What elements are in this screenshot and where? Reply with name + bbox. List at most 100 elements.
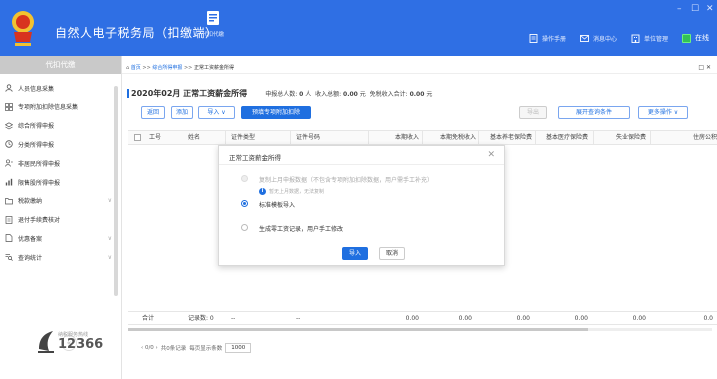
summary-line: 2020年02月 正常工资薪金所得 申报总人数: 0 人 收入总额: 0.00 … xyxy=(127,88,433,99)
cancel-button[interactable]: 取消 xyxy=(379,247,405,260)
sidebar-item-2[interactable]: 综合所得申报 xyxy=(0,119,112,133)
sidebar-item-8[interactable]: 优惠备案 ∨ xyxy=(0,231,112,245)
select-all-checkbox[interactable] xyxy=(134,134,141,141)
sidebar-item-9[interactable]: 查询统计 ∨ xyxy=(0,250,112,264)
radio-template-import[interactable] xyxy=(241,200,248,207)
sidebar-item-label: 税款缴纳 xyxy=(18,198,43,206)
sidebar-item-4[interactable]: 非居民所得申报 xyxy=(0,156,112,170)
import-confirm-button[interactable]: 导入 xyxy=(342,247,368,260)
building-icon xyxy=(631,34,640,43)
col-divider xyxy=(535,131,536,145)
option-copy-last-month[interactable]: 复制上月申报数据（不包含专项附加扣除数据，用户需手工补充） xyxy=(259,175,433,184)
count-unit: 人 xyxy=(305,91,312,98)
folder-icon xyxy=(5,197,13,205)
horizontal-scrollbar[interactable] xyxy=(128,328,712,331)
col-divider xyxy=(478,131,479,145)
breadcrumb-parent[interactable]: 综合所得申报 xyxy=(152,65,182,71)
header-links: 操作手册 消息中心 单位管理 在线 xyxy=(529,33,709,43)
sidebar-item-3[interactable]: 分类所得申报 xyxy=(0,137,112,151)
col-id-type[interactable]: 证件类型 xyxy=(231,131,255,145)
module-withholding[interactable]: 代扣代缴 xyxy=(198,10,228,38)
hotline-number: 12366 xyxy=(58,337,104,352)
col-name[interactable]: 姓名 xyxy=(188,131,200,145)
bar-chart-icon xyxy=(5,178,13,186)
per-page-select[interactable]: 1000 xyxy=(225,343,252,353)
total-label: 合计 xyxy=(142,315,155,322)
col-income[interactable]: 本期收入 xyxy=(372,131,419,145)
table-header: 工号 姓名 证件类型 证件号码 本期收入 本期免税收入 基本养老保险费 基本医疗… xyxy=(128,131,717,145)
dialog-close-button[interactable]: ✕ xyxy=(487,150,495,160)
top-header: 自然人电子税务局（扣缴端） 代扣代缴 – ☐ ✕ 操作手册 消息中心 单位管理 … xyxy=(0,0,717,56)
manual-link[interactable]: 操作手册 xyxy=(529,33,566,43)
back-button[interactable]: 返回 xyxy=(141,106,165,119)
hotline-emblem-icon xyxy=(38,331,54,353)
tab-close-button[interactable]: □ ✕ xyxy=(698,62,711,74)
table-footer-row: 合计 记录数: 0 -- -- 0.00 0.00 0.00 0.00 0.00… xyxy=(128,311,717,325)
chevron-down-icon: ∨ xyxy=(107,197,112,205)
more-actions-button[interactable]: 更多操作 ∨ xyxy=(638,106,688,119)
close-window-button[interactable]: ✕ xyxy=(706,4,714,14)
sidebar-item-label: 退付手续费核对 xyxy=(18,217,61,225)
tax-emblem-logo xyxy=(12,11,34,46)
option-zero-salary[interactable]: 生成零工资记录，用户手工修改 xyxy=(259,224,343,233)
taxfree-unit: 元 xyxy=(426,91,433,98)
sidebar-item-6[interactable]: 税款缴纳 ∨ xyxy=(0,194,112,208)
prefill-deduction-button[interactable]: 预填专项附加扣除 xyxy=(241,106,311,119)
col-medical[interactable]: 基本医疗保险费 xyxy=(538,131,588,145)
total-taxfree: 0.00 xyxy=(458,315,472,322)
sidebar-item-label: 限售股所得申报 xyxy=(18,179,61,187)
breadcrumb-sep-2: >> xyxy=(183,65,193,71)
horizontal-scroll-thumb[interactable] xyxy=(128,328,588,331)
document-icon xyxy=(529,33,538,43)
radio-copy-last-month[interactable] xyxy=(241,175,248,182)
info-icon: i xyxy=(259,188,266,195)
online-status: 在线 xyxy=(682,33,709,43)
app-title: 自然人电子税务局（扣缴端） xyxy=(55,26,218,40)
sidebar-item-label: 人员信息采集 xyxy=(18,85,55,93)
add-button[interactable]: 添加 xyxy=(171,106,193,119)
export-button[interactable]: 导出 xyxy=(519,106,547,119)
unit-management-link[interactable]: 单位管理 xyxy=(631,34,668,43)
taxfree-value: 0.00 xyxy=(409,91,425,98)
sidebar-item-5[interactable]: 限售股所得申报 xyxy=(0,175,112,189)
per-page-label: 每页显示条数 xyxy=(189,346,223,352)
message-center-label: 消息中心 xyxy=(592,35,617,43)
sidebar-item-0[interactable]: 人员信息采集 xyxy=(0,81,112,95)
search-list-icon xyxy=(5,254,13,262)
sidebar-scrollbar[interactable] xyxy=(114,86,118,296)
sidebar-item-7[interactable]: 退付手续费核对 xyxy=(0,213,112,227)
option-template-import[interactable]: 标准模板导入 xyxy=(259,200,295,209)
pagination: ‹ 0/0 › 共0条记录 每页显示条数 1000 xyxy=(141,343,252,353)
maximize-button[interactable]: ☐ xyxy=(691,4,699,14)
col-emp-no[interactable]: 工号 xyxy=(149,131,161,145)
sidebar-item-1[interactable]: 专项附加扣除信息采集 xyxy=(0,100,112,114)
minimize-button[interactable]: – xyxy=(677,4,682,14)
radio-zero-salary[interactable] xyxy=(241,224,248,231)
message-icon xyxy=(580,34,589,42)
expand-query-button[interactable]: 展开查询条件 xyxy=(558,106,630,119)
col-unemployment[interactable]: 失业保险费 xyxy=(596,131,646,145)
col-pension[interactable]: 基本养老保险费 xyxy=(480,131,532,145)
total-income: 0.00 xyxy=(405,315,419,322)
summary-accent-bar xyxy=(127,89,129,98)
message-center-link[interactable]: 消息中心 xyxy=(580,34,617,43)
col-id-number[interactable]: 证件号码 xyxy=(296,131,320,145)
breadcrumb-home[interactable]: 首页 xyxy=(131,65,141,71)
col-housing-fund[interactable]: 住房公积 xyxy=(653,131,717,145)
sidebar-item-label: 分类所得申报 xyxy=(18,141,55,149)
col-divider xyxy=(650,131,651,145)
chevron-down-icon: ∨ xyxy=(107,234,112,242)
total-dash-2: -- xyxy=(296,315,301,322)
total-records: 共0条记录 xyxy=(160,346,187,352)
person-icon xyxy=(5,84,13,92)
copy-hint: i 暂无上月数据，无法复制 xyxy=(259,188,324,195)
col-taxfree[interactable]: 本期免税收入 xyxy=(424,131,476,145)
breadcrumb-current: 正常工资薪金所得 xyxy=(193,65,234,71)
online-label: 在线 xyxy=(695,34,709,42)
breadcrumb: ⌂ 首页 >> 综合所得申报 >> 正常工资薪金所得 □ ✕ xyxy=(122,62,717,74)
import-button[interactable]: 导入 ∨ xyxy=(198,106,235,119)
dialog-title: 正常工资薪金所得 xyxy=(229,154,281,162)
page-nav[interactable]: ‹ 0/0 › xyxy=(141,345,158,351)
count-value: 0 xyxy=(299,91,304,98)
copy-hint-text: 暂无上月数据，无法复制 xyxy=(269,189,325,195)
